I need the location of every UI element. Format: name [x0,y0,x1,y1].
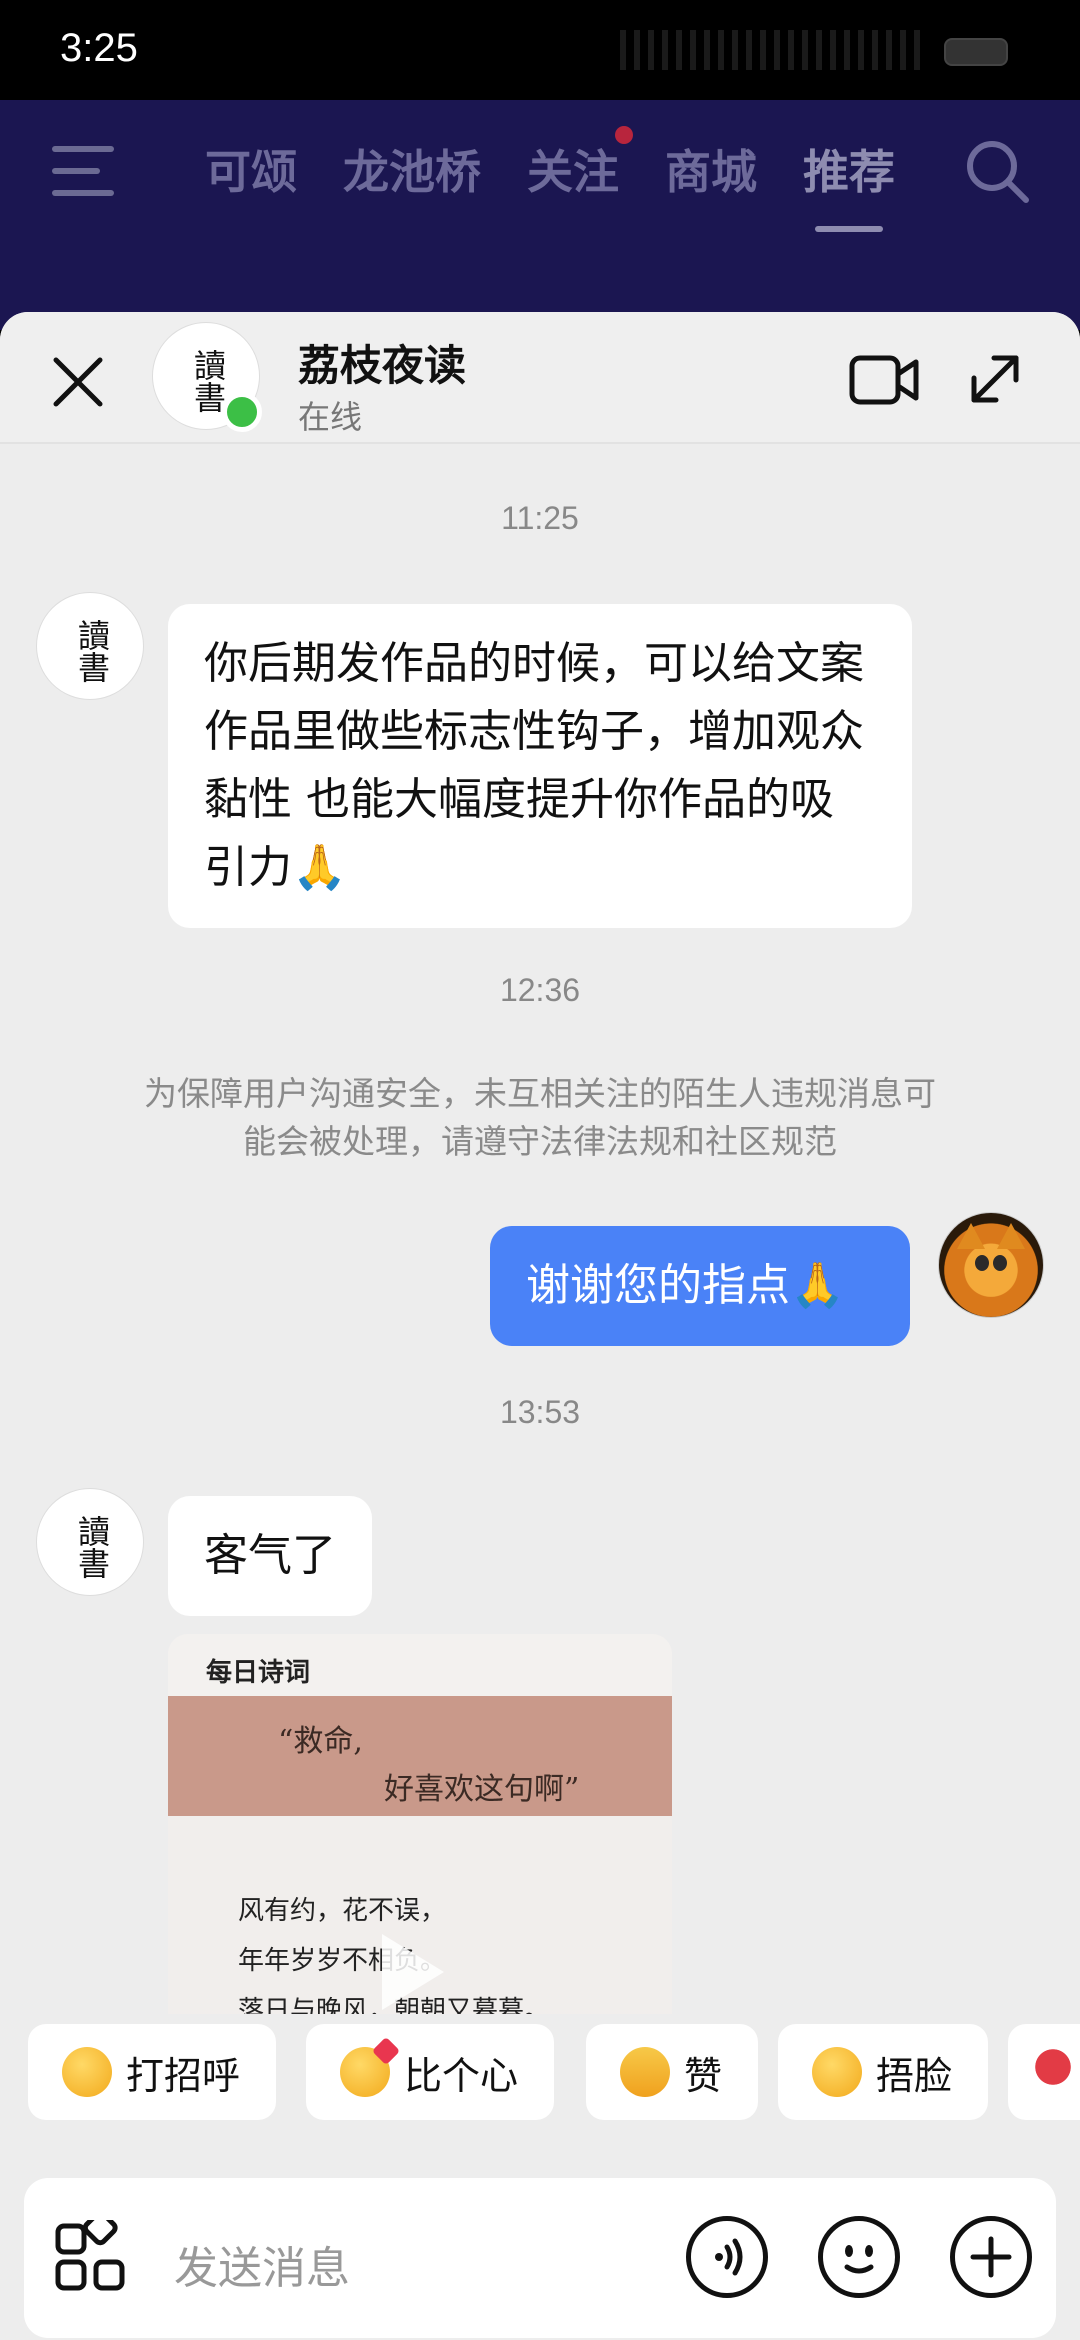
quick-reply-heart[interactable]: 比个心 [306,2024,555,2120]
voice-icon[interactable] [686,2216,768,2298]
plus-icon[interactable] [950,2216,1032,2298]
wave-emoji-icon [62,2047,112,2097]
battery-icon [944,38,1008,66]
tab-label: 推荐 [803,145,895,199]
emoji-icon[interactable] [818,2216,900,2298]
play-icon[interactable] [382,1934,444,2010]
heart-emoji-icon [340,2047,390,2097]
tab-following[interactable]: 关注 [527,126,633,202]
user-avatar[interactable] [938,1212,1044,1318]
search-icon[interactable] [962,136,1032,206]
contact-name[interactable]: 荔枝夜读 [298,332,466,393]
quick-reply-label: 打招呼 [126,2053,241,2098]
tab-kesong[interactable]: 可颂 [205,136,297,202]
menu-icon[interactable] [52,146,114,196]
video-call-icon[interactable] [848,352,920,408]
message-bubble-received[interactable]: 你后期发作品的时候，可以给文案作品里做些标志性钩子，增加观众黏性 也能大幅度提升… [168,604,912,928]
video-card-header: 每日诗词 [168,1634,672,1696]
safety-notice: 为保障用户沟通安全，未互相关注的陌生人违规消息可能会被处理，请遵守法律法规和社区… [144,1074,936,1161]
thumbs-up-icon [620,2047,670,2097]
active-tab-indicator [815,226,883,232]
avatar-glyph: 讀書 [189,349,227,413]
status-bar: 3:25 [0,0,1080,100]
message-input-bar: 发送消息 [24,2178,1056,2338]
close-icon[interactable] [46,350,110,414]
apps-icon[interactable] [54,2220,128,2294]
chat-sheet: 讀書 荔枝夜读 在线 11:25 讀書 你后期发作品的时候，可以给文案作品里做些… [0,312,1080,2340]
video-message-card[interactable]: 每日诗词 “救命, 好喜欢这句啊” 风有约，花不误， 年年岁岁不相负。 落日与晚… [168,1634,672,2054]
sender-avatar[interactable]: 讀書 [36,592,144,700]
online-status-dot [222,392,262,432]
quick-reply-label: 比个心 [404,2053,519,2098]
quick-replies: 打招呼 比个心 赞 捂脸 [0,2014,1080,2124]
quick-reply-facepalm[interactable]: 捂脸 [778,2024,989,2120]
quick-reply-rose[interactable] [1008,2024,1080,2120]
notification-dot [615,126,633,144]
message-bubble-sent[interactable]: 谢谢您的指点🙏 [490,1226,910,1346]
quick-reply-greet[interactable]: 打招呼 [28,2024,277,2120]
tab-label: 龙池桥 [343,145,481,199]
tab-mall[interactable]: 商城 [665,136,757,202]
message-bubble-received[interactable]: 客气了 [168,1496,372,1616]
timestamp: 13:53 [499,1394,581,1430]
status-icons [620,30,920,70]
expand-icon[interactable] [966,350,1024,408]
status-time: 3:25 [60,26,138,70]
quick-reply-like[interactable]: 赞 [586,2024,759,2120]
tab-label: 商城 [665,145,757,199]
chat-header: 讀書 荔枝夜读 在线 [0,312,1080,444]
tab-recommend[interactable]: 推荐 [803,136,895,232]
quote-line-1: “救命, [278,1724,363,1759]
timestamp: 12:36 [499,972,581,1008]
quick-reply-label: 赞 [684,2053,723,2098]
avatar-glyph: 讀書 [73,619,111,683]
timestamp: 11:25 [501,500,579,536]
tab-label: 关注 [527,145,619,199]
quick-reply-label: 捂脸 [876,2053,953,2098]
top-nav: 可颂 龙池桥 关注 商城 推荐 [0,100,1080,330]
avatar-glyph: 讀書 [73,1515,111,1579]
tab-label: 可颂 [205,145,297,199]
rose-emoji-icon [1028,2047,1078,2097]
quote-line-2: 好喜欢这句啊” [384,1772,580,1807]
tab-longchiqiao[interactable]: 龙池桥 [343,136,481,202]
contact-status: 在线 [298,398,363,436]
sender-avatar[interactable]: 讀書 [36,1488,144,1596]
message-input[interactable]: 发送消息 [174,2232,350,2296]
facepalm-emoji-icon [812,2047,862,2097]
video-card-title: 每日诗词 [206,1658,311,1688]
poem-line: 风有约，花不误， [238,1896,447,1926]
nav-tabs: 可颂 龙池桥 关注 商城 推荐 [205,126,895,232]
